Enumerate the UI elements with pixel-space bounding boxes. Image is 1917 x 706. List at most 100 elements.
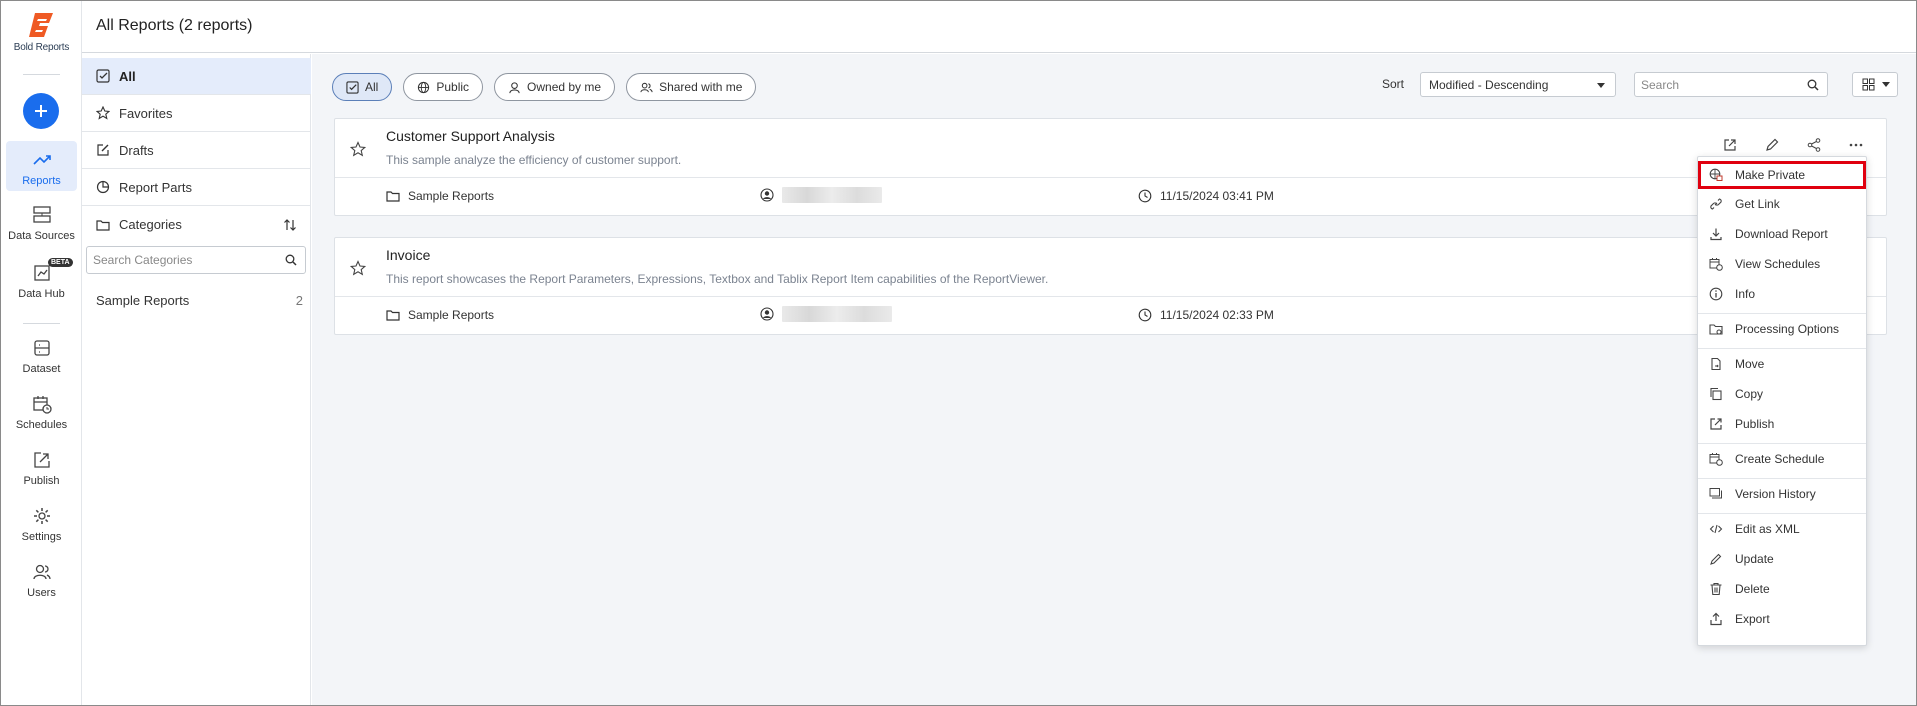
menu-divider [1698,443,1866,444]
menu-divider [1698,513,1866,514]
report-context-menu: Make Private Get Link Download Report Vi… [1697,156,1867,646]
pencil-icon[interactable] [1764,137,1780,153]
rail-item-label: Data Hub [18,288,65,300]
rail-item-publish[interactable]: Publish [6,449,77,487]
category-search-input[interactable] [87,247,267,273]
rail-item-schedules[interactable]: Schedules [6,393,77,431]
publish-icon [1710,418,1722,430]
rail-item-label: Users [27,587,56,599]
menu-item-download-report[interactable]: Download Report [1698,220,1866,248]
menu-item-copy[interactable]: Copy [1698,380,1866,408]
data-sources-icon [32,206,51,223]
menu-item-view-schedules[interactable]: View Schedules [1698,250,1866,278]
report-card[interactable]: Customer Support Analysis This sample an… [334,118,1887,216]
nav-item-favorites[interactable]: Favorites [82,95,311,132]
menu-item-publish[interactable]: Publish [1698,410,1866,438]
pill-all[interactable]: All [332,73,393,101]
menu-item-label: Edit as XML [1735,522,1800,536]
search-icon[interactable] [285,254,297,266]
menu-item-delete[interactable]: Delete [1698,575,1866,603]
sort-label: Sort [1382,77,1405,91]
menu-item-version-history[interactable]: Version History [1698,480,1866,508]
search-icon[interactable] [1807,79,1819,91]
pill-owned-by-me[interactable]: Owned by me [494,73,616,101]
rail-divider [23,323,60,324]
pencil-icon [1710,553,1722,565]
rail-item-data-sources[interactable]: Data Sources [6,204,77,242]
add-button[interactable] [23,93,59,129]
menu-item-get-link[interactable]: Get Link [1698,190,1866,218]
report-search-input[interactable] [1635,73,1795,96]
chevron-down-icon [1597,83,1605,88]
processing-icon [1709,324,1723,335]
rail-item-dataset[interactable]: Dataset [6,337,77,375]
menu-item-label: Make Private [1735,168,1806,182]
report-owner [760,306,892,322]
filter-pills: All Public Owned by me Shared with me [332,73,757,101]
clock-icon [1138,308,1152,322]
rail-item-users[interactable]: Users [6,561,77,599]
export-icon [1710,612,1722,626]
menu-item-label: Move [1735,357,1765,371]
menu-item-info[interactable]: Info [1698,280,1866,308]
menu-item-export[interactable]: Export [1698,605,1866,633]
rail-item-data-hub[interactable]: BETA Data Hub [6,258,77,300]
menu-item-make-private[interactable]: Make Private [1698,161,1866,189]
rail-item-label: Settings [21,531,62,543]
open-new-icon[interactable] [1722,137,1738,153]
rail-item-label: Dataset [22,363,61,375]
folder-icon [386,310,400,321]
menu-item-update[interactable]: Update [1698,545,1866,573]
nav-item-label: Report Parts [119,179,192,195]
checkbox-icon [346,80,359,94]
nav-item-drafts[interactable]: Drafts [82,132,311,169]
share-icon[interactable] [1806,137,1822,153]
app-logo[interactable]: Bold Reports [1,11,82,53]
pill-label: All [365,80,379,94]
menu-divider [1698,313,1866,314]
menu-item-move[interactable]: Move [1698,350,1866,378]
menu-item-create-schedule[interactable]: Create Schedule [1698,445,1866,473]
rail-item-reports[interactable]: Reports [6,141,77,191]
category-search-box [86,246,306,274]
view-toggle-button[interactable] [1852,72,1898,97]
menu-divider [1698,348,1866,349]
main-content: All Public Owned by me Shared with me So… [312,54,1916,705]
app-brand: Bold Reports [13,42,70,53]
nav-item-categories[interactable]: Categories [82,206,311,243]
sort-icon[interactable] [283,218,297,232]
menu-item-label: View Schedules [1735,257,1821,271]
more-icon[interactable] [1848,137,1864,153]
report-category: Sample Reports [386,308,494,322]
menu-item-label: Delete [1735,582,1770,596]
report-card[interactable]: Invoice This report showcases the Report… [334,237,1887,335]
folder-icon [96,219,110,231]
pill-shared-with-me[interactable]: Shared with me [626,73,757,101]
pill-public[interactable]: Public [403,73,484,101]
category-item-sample-reports[interactable]: Sample Reports 2 [96,293,303,308]
card-divider [335,177,1886,178]
favorite-star-icon[interactable] [350,141,366,157]
user-circle-icon [760,307,774,321]
menu-item-label: Get Link [1735,197,1780,211]
menu-item-label: Copy [1735,387,1764,401]
report-name[interactable]: Invoice [386,247,430,263]
category-panel: All Favorites Drafts Report Parts Catego… [82,54,311,705]
menu-item-label: Create Schedule [1735,452,1825,466]
nav-item-report-parts[interactable]: Report Parts [82,169,311,206]
nav-item-label: Drafts [119,142,154,158]
trash-icon [1710,582,1722,596]
calendar-plus-icon [1709,453,1723,466]
grid-view-icon [1862,78,1875,91]
favorite-star-icon[interactable] [350,260,366,276]
rail-item-settings[interactable]: Settings [6,505,77,543]
menu-item-label: Export [1735,612,1770,626]
redacted-owner-name [782,187,882,203]
menu-item-processing-options[interactable]: Processing Options [1698,315,1866,343]
report-name[interactable]: Customer Support Analysis [386,128,555,144]
plus-icon [35,105,47,117]
menu-item-edit-as-xml[interactable]: Edit as XML [1698,515,1866,543]
page-title: All Reports (2 reports) [96,17,253,34]
nav-item-all[interactable]: All [82,58,311,95]
sort-dropdown[interactable]: Modified - Descending [1420,72,1616,97]
